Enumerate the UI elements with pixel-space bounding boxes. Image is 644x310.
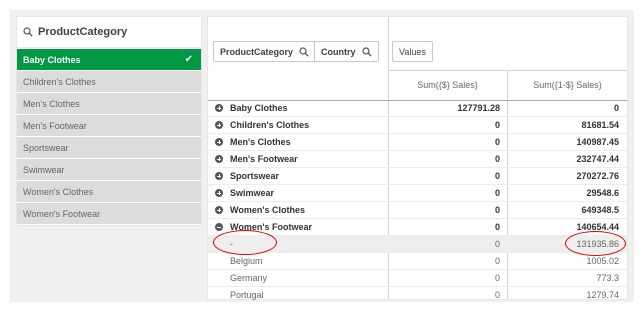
table-row[interactable]: Women's Clothes 0 649348.5: [208, 202, 627, 218]
cell-sum-sales: 0: [494, 239, 500, 249]
cell-sum-sales: 127791.28: [457, 103, 500, 113]
expand-icon[interactable]: [215, 138, 223, 146]
annotation-ellipse: [565, 231, 626, 256]
filter-header[interactable]: ProductCategory: [17, 17, 201, 48]
filter-item-label: Women's Clothes: [23, 186, 94, 197]
cell-sum-sales: 0: [494, 137, 500, 147]
row-label: Sportswear: [230, 171, 280, 181]
table-row[interactable]: Women's Footwear 0 140654.44: [208, 219, 627, 235]
annotation-ellipse: [213, 230, 277, 255]
filter-item-label: Baby Clothes: [23, 54, 81, 65]
cell-sum-excluded-sales: 773.3: [596, 273, 619, 283]
values-chip-label: Values: [399, 46, 426, 57]
filter-list: Baby Clothes ✔ Children's Clothes Men's …: [17, 49, 201, 225]
search-icon[interactable]: [361, 46, 372, 57]
cell-sum-sales: 0: [494, 188, 500, 198]
table-row[interactable]: Germany 0 773.3: [208, 270, 627, 286]
cell-sum-sales: 0: [494, 290, 500, 300]
dimension-chip-country[interactable]: Country: [314, 41, 379, 62]
cell-sum-sales: 0: [494, 171, 500, 181]
row-label: Children's Clothes: [230, 120, 310, 130]
filter-item-childrens-clothes[interactable]: Children's Clothes: [17, 71, 201, 92]
filter-item-label: Women's Footwear: [23, 208, 101, 219]
filter-item-label: Children's Clothes: [23, 76, 96, 87]
filter-pane-productcategory: ProductCategory Baby Clothes ✔ Children'…: [16, 16, 202, 226]
cell-sum-sales: 0: [494, 273, 500, 283]
cell-sum-excluded-sales: 0: [613, 103, 619, 113]
row-label: Belgium: [230, 256, 263, 266]
filter-item-baby-clothes[interactable]: Baby Clothes ✔: [17, 49, 201, 70]
cell-sum-excluded-sales: 81681.54: [581, 120, 619, 130]
table-row[interactable]: Belgium 0 1005.02: [208, 253, 627, 269]
check-icon: ✔: [184, 54, 193, 65]
expand-icon[interactable]: [215, 121, 223, 129]
cell-sum-excluded-sales: 232747.44: [576, 154, 619, 164]
cell-sum-excluded-sales: 1279.74: [586, 290, 619, 300]
cell-sum-excluded-sales: 140987.45: [576, 137, 619, 147]
expand-icon[interactable]: [215, 189, 223, 197]
dimension-chip-productcategory[interactable]: ProductCategory: [213, 41, 317, 62]
column-header-sum-sales[interactable]: Sum({$} Sales): [388, 80, 507, 90]
column-header-sum-excluded-sales[interactable]: Sum({1-$} Sales): [508, 80, 627, 90]
table-row[interactable]: Men's Footwear 0 232747.44: [208, 151, 627, 167]
cell-sum-sales: 0: [494, 154, 500, 164]
filter-item-swimwear[interactable]: Swimwear: [17, 159, 201, 180]
table-row[interactable]: Men's Clothes 0 140987.45: [208, 134, 627, 150]
row-label: Women's Clothes: [230, 205, 305, 215]
expand-icon[interactable]: [215, 155, 223, 163]
table-row[interactable]: Children's Clothes 0 81681.54: [208, 117, 627, 133]
filter-item-label: Swimwear: [23, 164, 65, 175]
dimension-chip-label: ProductCategory: [220, 46, 294, 57]
filter-item-mens-clothes[interactable]: Men's Clothes: [17, 93, 201, 114]
cell-sum-excluded-sales: 29548.6: [586, 188, 619, 198]
table-row[interactable]: Portugal 0 1279.74: [208, 287, 627, 300]
expand-icon[interactable]: [215, 206, 223, 214]
table-row[interactable]: Swimwear 0 29548.6: [208, 185, 627, 201]
filter-item-label: Sportswear: [23, 142, 69, 153]
cell-sum-excluded-sales: 649348.5: [581, 205, 619, 215]
filter-item-womens-footwear[interactable]: Women's Footwear: [17, 203, 201, 224]
table-row[interactable]: Baby Clothes 127791.28 0: [208, 100, 627, 116]
row-label: Swimwear: [230, 188, 275, 198]
values-chip[interactable]: Values: [392, 41, 433, 62]
search-icon[interactable]: [299, 46, 309, 57]
filter-item-womens-clothes[interactable]: Women's Clothes: [17, 181, 201, 202]
pivot-table: ProductCategory Country Values Sum({$} S…: [207, 16, 628, 300]
filter-item-label: Men's Footwear: [23, 120, 87, 131]
filter-item-mens-footwear[interactable]: Men's Footwear: [17, 115, 201, 136]
cell-sum-sales: 0: [494, 256, 500, 266]
cell-sum-excluded-sales: 270272.76: [576, 171, 619, 181]
row-label: Men's Footwear: [230, 154, 298, 164]
collapse-icon[interactable]: [215, 223, 223, 231]
row-label: Men's Clothes: [230, 137, 291, 147]
filter-title: ProductCategory: [38, 26, 128, 38]
table-row[interactable]: Sportswear 0 270272.76: [208, 168, 627, 184]
expand-icon[interactable]: [215, 104, 223, 112]
cell-sum-sales: 0: [494, 120, 500, 130]
row-label: Germany: [230, 273, 268, 283]
search-icon[interactable]: [23, 27, 33, 37]
cell-sum-sales: 0: [494, 205, 500, 215]
cell-sum-sales: 0: [494, 222, 500, 232]
filter-item-sportswear[interactable]: Sportswear: [17, 137, 201, 158]
dimension-chip-label: Country: [321, 46, 356, 57]
expand-icon[interactable]: [215, 172, 223, 180]
filter-item-label: Men's Clothes: [23, 98, 80, 109]
row-label: Baby Clothes: [230, 103, 288, 113]
row-label: Portugal: [230, 290, 264, 300]
header-divider: [388, 70, 627, 71]
